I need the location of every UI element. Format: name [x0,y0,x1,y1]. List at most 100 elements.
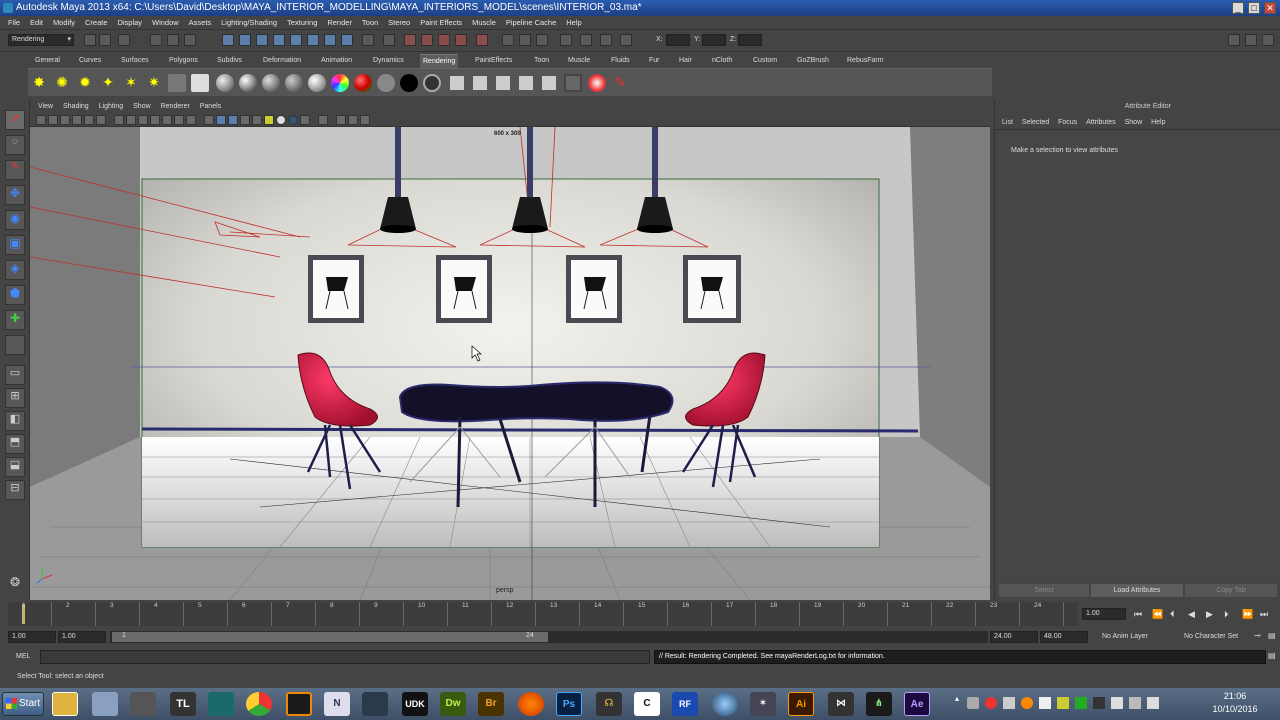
toggle-channel-box-icon[interactable] [1245,34,1257,46]
mask-joints-icon[interactable] [239,34,251,46]
hypershade-persp-layout-icon[interactable]: ⬓ [5,457,25,477]
close-button[interactable]: ✕ [1264,2,1276,14]
motion-blur-icon[interactable] [360,115,370,125]
menu-paint-effects[interactable]: Paint Effects [420,16,462,30]
anisotropic-shader-icon[interactable] [308,74,326,92]
tl-app-icon[interactable]: TL [170,692,196,716]
step-forward-key-icon[interactable]: ⏩ [1242,609,1253,620]
preferences-icon[interactable]: ▤ [1268,631,1276,640]
tray-drive-icon[interactable] [1057,697,1069,709]
ae-menu-help[interactable]: Help [1151,116,1165,130]
tray-expand-icon[interactable]: ▴ [955,694,959,703]
scale-tool-icon[interactable]: ▣ [5,235,25,255]
range-track[interactable]: 1 24 [110,631,988,643]
layered-shader-icon[interactable] [331,74,349,92]
tab-dynamics[interactable]: Dynamics [370,54,407,68]
last-tool-icon[interactable] [5,335,25,355]
menu-modify[interactable]: Modify [53,16,75,30]
grease-pencil-icon[interactable] [96,115,106,125]
network-icon[interactable] [1129,697,1141,709]
persp-outliner-layout-icon[interactable]: ◧ [5,411,25,431]
y-field[interactable] [702,34,726,46]
tab-animation[interactable]: Animation [318,54,355,68]
anim-layer-label[interactable]: No Anim Layer [1102,633,1148,640]
copy-tab-button[interactable]: Copy Tab [1185,584,1277,597]
render-view-icon[interactable] [502,34,514,46]
mask-all-icon[interactable] [222,34,234,46]
time-slider[interactable]: 1 2 3 4 5 6 7 8 9 10 11 12 13 14 15 16 1… [8,602,1078,626]
firefox-icon[interactable] [518,692,544,716]
tab-deformation[interactable]: Deformation [260,54,304,68]
snap-plane-icon[interactable] [438,34,450,46]
directional-light-icon[interactable]: ✺ [53,74,71,92]
menu-display[interactable]: Display [117,16,142,30]
phonge-shader-icon[interactable] [285,74,303,92]
volume-light-icon[interactable]: ✷ [145,74,163,92]
mask-curves-icon[interactable] [256,34,268,46]
tools-icon[interactable] [92,692,118,716]
blinn-shader-icon[interactable] [239,74,257,92]
persp-graph-layout-icon[interactable]: ⬒ [5,434,25,454]
menu-texturing[interactable]: Texturing [287,16,317,30]
tray-update-icon[interactable] [1021,697,1033,709]
hypershade-icon[interactable] [580,34,592,46]
tray-antivirus-icon[interactable] [985,697,997,709]
toggle-layer-editor-icon[interactable] [1262,34,1274,46]
toggle-attr-editor-icon[interactable] [1228,34,1240,46]
menu-assets[interactable]: Assets [189,16,212,30]
perspective-viewport[interactable]: 600 x 300 persp [30,127,990,600]
tray-printer-icon[interactable] [1093,697,1105,709]
safe-title-icon[interactable] [186,115,196,125]
vp-menu-view[interactable]: View [38,100,53,113]
bookmark-icon[interactable] [60,115,70,125]
play-forwards-icon[interactable]: ▶ [1206,609,1213,620]
c-app-icon[interactable]: C [634,692,660,716]
point-light-icon[interactable]: ✹ [76,74,94,92]
xray-icon[interactable] [240,115,250,125]
select-button[interactable]: Select [999,584,1089,597]
show-manip-icon[interactable]: ✚ [5,310,25,330]
tab-custom[interactable]: Custom [750,54,780,68]
tab-toon[interactable]: Toon [531,54,552,68]
ramp-shader-icon[interactable] [354,74,372,92]
sculpt-tool-icon[interactable]: ❂ [5,575,25,595]
ae-menu-attributes[interactable]: Attributes [1086,116,1116,130]
playback-start-field[interactable]: 1.00 [58,631,106,643]
tab-muscle[interactable]: Muscle [565,54,593,68]
open-scene-icon[interactable] [99,34,111,46]
mask-surfaces-icon[interactable] [273,34,285,46]
ae-menu-selected[interactable]: Selected [1022,116,1049,130]
menu-create[interactable]: Create [85,16,108,30]
vp-menu-shading[interactable]: Shading [63,100,89,113]
tab-ncloth[interactable]: nCloth [709,54,735,68]
lambert-shader-icon[interactable] [216,74,234,92]
chrome-icon[interactable] [246,692,272,716]
animator-figure-icon[interactable]: ✶ [750,692,776,716]
vp-menu-panels[interactable]: Panels [200,100,221,113]
smooth-shade-icon[interactable] [216,115,226,125]
tab-fur[interactable]: Fur [646,54,663,68]
script-editor-icon[interactable]: ▤ [1268,651,1276,660]
select-object-icon[interactable] [167,34,179,46]
tray-cloud-icon[interactable] [1039,697,1051,709]
paint-brush-icon[interactable]: ✎ [611,74,629,92]
area-light-icon[interactable]: ✶ [122,74,140,92]
start-time-field[interactable]: 1.00 [8,631,56,643]
ambient-occlusion-icon[interactable] [348,115,358,125]
menu-file[interactable]: File [8,16,20,30]
grid-toggle-icon[interactable] [114,115,124,125]
use-all-lights-icon[interactable] [264,115,274,125]
play-backwards-icon[interactable]: ◀ [1188,609,1195,620]
menuset-dropdown[interactable]: Rendering ▾ [8,34,74,46]
range-handle[interactable] [112,632,548,642]
select-tool-icon[interactable]: ➚ [5,110,25,130]
input-line-icon[interactable] [600,34,612,46]
vp-menu-show[interactable]: Show [133,100,151,113]
tab-painteffects[interactable]: PaintEffects [472,54,515,68]
rebusfarm-icon[interactable]: RF [672,692,698,716]
render-layer-icon[interactable] [517,74,535,92]
light-linking-icon[interactable] [564,74,582,92]
menu-muscle[interactable]: Muscle [472,16,496,30]
select-camera-icon[interactable] [36,115,46,125]
tray-app-icon[interactable] [967,697,979,709]
